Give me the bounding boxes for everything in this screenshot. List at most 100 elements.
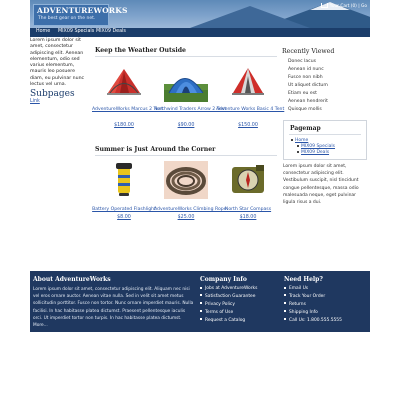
mountain-graphic-front xyxy=(190,6,310,28)
product-name[interactable]: Northwind Traders Arrow 2 Tent xyxy=(154,107,226,112)
bullet-icon xyxy=(200,294,202,297)
sidebar-text: Lorem ipsum dolor sit amet, consectetur … xyxy=(30,38,85,88)
recently-viewed: Recently Viewed Donec lacus Aenean id nu… xyxy=(282,48,368,114)
rope-image xyxy=(164,161,208,199)
bullet-icon xyxy=(200,302,202,305)
cart-text: Your Cart (0) | Go xyxy=(329,4,367,9)
flashlight-image xyxy=(116,163,132,196)
bullet-icon xyxy=(200,318,202,321)
compass-image xyxy=(232,165,264,193)
footer-link-label: Privacy Policy xyxy=(205,301,235,307)
bullet-icon xyxy=(297,150,299,153)
footer-link[interactable]: Jobs at AdventureWorks xyxy=(200,285,278,293)
footer-link-label: Request a Catalog xyxy=(205,317,246,323)
product-card[interactable]: Northwind Traders Arrow 2 Tent $90.00 xyxy=(154,60,226,132)
footer-link[interactable]: Shipping Info xyxy=(284,309,368,317)
section-title-weather: Keep the Weather Outside xyxy=(95,47,186,54)
pagemap-child-link[interactable]: MIX09 Deals xyxy=(297,150,329,155)
product-price[interactable]: $180.00 xyxy=(92,123,156,128)
footer-company: Company Info Jobs at AdventureWorks Sati… xyxy=(200,276,278,325)
footer-link[interactable]: Terms of Use xyxy=(200,309,278,317)
section-divider xyxy=(95,56,277,57)
product-card[interactable]: AdventureWorks Marcus 2 Tent $180.00 xyxy=(92,60,163,132)
recent-item[interactable]: Quisque mollis xyxy=(282,106,368,114)
site-logo[interactable]: ADVENTUREWORKS The best gear on the net. xyxy=(33,4,127,26)
footer-link-label: Returns xyxy=(289,301,306,307)
bullet-icon xyxy=(284,310,286,313)
product-name[interactable]: North Star Compass xyxy=(216,207,280,212)
red-white-tent-image xyxy=(232,68,264,95)
footer-link-label: Call Us: 1.800.555.5555 xyxy=(289,317,342,323)
nav-item-specials[interactable]: MIX09 Specials xyxy=(58,29,94,34)
product-card[interactable]: Battery Operated Flashlight $8.00 xyxy=(92,159,156,231)
bullet-icon xyxy=(284,302,286,305)
product-name[interactable]: Battery Operated Flashlight xyxy=(92,207,156,212)
footer-about-title: About AdventureWorks xyxy=(33,276,111,283)
bullet-icon xyxy=(284,286,286,289)
bullet-icon xyxy=(284,318,286,321)
bullet-icon xyxy=(297,144,299,147)
subpages-heading: Subpages xyxy=(30,89,75,100)
recent-item[interactable]: Etiam eu est xyxy=(282,90,368,98)
pagemap-title: Pagemap xyxy=(290,125,321,132)
bullet-icon xyxy=(200,286,202,289)
pagemap-child-label: MIX09 Specials xyxy=(301,144,336,149)
footer-link[interactable]: Returns xyxy=(284,301,368,309)
blue-tent-image xyxy=(164,78,208,102)
pagemap-home-link[interactable]: Home xyxy=(291,138,308,143)
product-price[interactable]: $25.00 xyxy=(154,215,218,220)
bullet-icon xyxy=(291,138,293,141)
footer-link[interactable]: Satisfaction Guarantee xyxy=(200,293,278,301)
page: ADVENTUREWORKS The best gear on the net.… xyxy=(30,0,370,332)
product-price[interactable]: $8.00 xyxy=(92,215,156,220)
product-card[interactable]: Adventure Works Basic 4 Tent $150.00 xyxy=(216,60,284,132)
footer-link[interactable]: Request a Catalog xyxy=(200,317,278,325)
footer-help: Need Help? Email Us Track Your Order Ret… xyxy=(284,276,368,325)
nav-item-deals[interactable]: MIX09 Deals xyxy=(96,29,126,34)
recent-item[interactable]: Donec lacus xyxy=(282,58,368,66)
sidebar-link[interactable]: Link xyxy=(30,99,86,104)
product-card[interactable]: AdventureWorks Climbing Rope $25.00 xyxy=(154,159,227,231)
nav-bar: Home MIX09 Specials MIX09 Deals xyxy=(30,28,370,37)
logo-name: ADVENTUREWORKS xyxy=(37,6,128,15)
cart-link[interactable]: Your Cart (0) | Go xyxy=(320,3,367,9)
nav-item-home[interactable]: Home xyxy=(36,29,50,34)
section-title-summer: Summer is Just Around the Corner xyxy=(95,146,216,153)
recent-item[interactable]: Aenean id nunc xyxy=(282,66,368,74)
recent-item[interactable]: Ut aliquet dictum xyxy=(282,82,368,90)
footer-help-title: Need Help? xyxy=(284,276,323,283)
footer-link[interactable]: Call Us: 1.800.555.5555 xyxy=(284,317,368,325)
recent-item[interactable]: Fusce non nibh xyxy=(282,74,368,82)
header-banner: ADVENTUREWORKS The best gear on the net.… xyxy=(30,0,370,28)
logo-tagline: The best gear on the net. xyxy=(38,16,96,21)
product-name[interactable]: Adventure Works Basic 4 Tent xyxy=(216,107,284,112)
product-price[interactable]: $150.00 xyxy=(216,123,280,128)
footer-link-label: Jobs at AdventureWorks xyxy=(205,286,258,291)
red-tent-image xyxy=(107,69,141,95)
left-sidebar: Lorem ipsum dolor sit amet, consectetur … xyxy=(30,38,86,118)
footer-about: About AdventureWorks Lorem ipsum dolor s… xyxy=(33,276,195,329)
footer-link-label: Email Us xyxy=(289,286,309,291)
product-card[interactable]: North Star Compass $18.00 xyxy=(216,159,280,231)
footer: About AdventureWorks Lorem ipsum dolor s… xyxy=(30,271,370,332)
section-divider xyxy=(95,155,277,156)
right-column-text: Lorem ipsum dolor sit amet, consectetur … xyxy=(283,164,359,206)
footer-company-title: Company Info xyxy=(200,276,247,283)
footer-link-label: Track Your Order xyxy=(289,293,326,299)
recently-viewed-title: Recently Viewed xyxy=(282,48,335,55)
footer-link-label: Satisfaction Guarantee xyxy=(205,293,256,299)
product-price[interactable]: $90.00 xyxy=(154,123,218,128)
product-name[interactable]: AdventureWorks Climbing Rope xyxy=(154,207,227,212)
pagemap-child-label: MIX09 Deals xyxy=(301,150,330,155)
product-name[interactable]: AdventureWorks Marcus 2 Tent xyxy=(92,107,163,112)
footer-link[interactable]: Track Your Order xyxy=(284,293,368,301)
pagemap-child-link[interactable]: MIX09 Specials xyxy=(297,144,335,149)
bullet-icon xyxy=(200,310,202,313)
bullet-icon xyxy=(284,294,286,297)
footer-link[interactable]: Email Us xyxy=(284,285,368,293)
footer-link-label: Terms of Use xyxy=(205,309,234,315)
footer-about-text: Lorem ipsum dolor sit amet, consectetur … xyxy=(33,287,194,329)
recent-item[interactable]: Aenean hendrerit xyxy=(282,98,368,106)
product-price[interactable]: $18.00 xyxy=(216,215,280,220)
footer-link[interactable]: Privacy Policy xyxy=(200,301,278,309)
